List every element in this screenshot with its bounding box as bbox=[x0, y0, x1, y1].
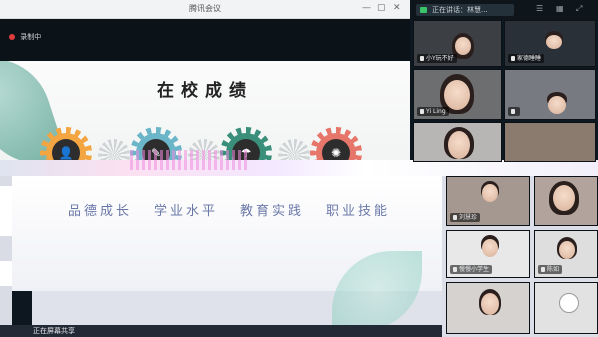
person-icon: 👤 bbox=[52, 139, 80, 161]
meeting-toolbar: 录制中 bbox=[0, 19, 410, 61]
video-tile[interactable] bbox=[534, 282, 598, 334]
screen-share-status: 正在屏幕共享 bbox=[0, 325, 442, 337]
video-tile[interactable]: 刘慧珍 bbox=[446, 176, 530, 226]
slide-categories: 品德成长 学业水平 教育实践 职业技能 bbox=[0, 200, 430, 219]
left-strip bbox=[0, 176, 12, 328]
participant-name: 刘慧珍 bbox=[450, 213, 481, 222]
participant-name: 陈如 bbox=[538, 265, 563, 274]
gear-decoration bbox=[98, 139, 130, 161]
render-artifact bbox=[0, 160, 598, 176]
participant-name: 小Y玩不好 bbox=[417, 54, 457, 63]
render-artifact bbox=[130, 150, 250, 170]
video-tile[interactable] bbox=[534, 176, 598, 226]
record-dot-icon bbox=[9, 34, 15, 40]
video-tile[interactable] bbox=[413, 122, 502, 162]
window-titlebar: 腾讯会议 — ▢ ✕ bbox=[0, 0, 410, 19]
video-tile[interactable]: 家德睡睡 bbox=[504, 20, 596, 67]
speaking-indicator: 正在讲话：林慧... bbox=[416, 4, 514, 16]
participant-name bbox=[508, 107, 520, 116]
close-icon[interactable]: ✕ bbox=[393, 3, 401, 13]
category-label: 品德成长 bbox=[68, 204, 133, 219]
grid-icon[interactable]: ▦ bbox=[556, 4, 564, 13]
participant-name: 慢慢小学生 bbox=[450, 265, 493, 274]
video-tile[interactable]: 陈如 bbox=[534, 230, 598, 278]
category-label: 职业技能 bbox=[326, 204, 391, 219]
video-tile[interactable]: Yi Ling bbox=[413, 69, 502, 120]
category-label: 学业水平 bbox=[154, 204, 219, 219]
video-tile[interactable]: 小Y玩不好 bbox=[413, 20, 502, 67]
video-tile[interactable] bbox=[446, 282, 530, 334]
minimize-icon[interactable]: — bbox=[362, 3, 371, 13]
gear-decoration bbox=[278, 139, 310, 161]
video-panel-header: 正在讲话：林慧... ☰ ▦ ⤢ bbox=[410, 0, 598, 20]
expand-icon[interactable]: ⤢ bbox=[576, 4, 582, 14]
screen-share-label: 正在屏幕共享 bbox=[33, 327, 75, 335]
video-tile[interactable]: 慢慢小学生 bbox=[446, 230, 530, 278]
participant-name: Yi Ling bbox=[417, 107, 449, 116]
maximize-icon[interactable]: ▢ bbox=[377, 3, 386, 13]
video-tile[interactable] bbox=[504, 69, 596, 120]
slide-title: 在校成绩 bbox=[157, 81, 253, 101]
list-icon[interactable]: ☰ bbox=[536, 4, 543, 13]
clock-icon bbox=[559, 293, 579, 313]
window-title: 腾讯会议 bbox=[189, 4, 221, 13]
shared-slide: 在校成绩 👤 ✎ ☂ ✺ bbox=[0, 61, 410, 161]
category-label: 教育实践 bbox=[240, 204, 305, 219]
recording-label: 录制中 bbox=[20, 33, 42, 41]
gear-skill: ✺ bbox=[310, 127, 362, 161]
video-tile[interactable] bbox=[504, 122, 596, 162]
lightbulb-icon: ✺ bbox=[322, 139, 350, 161]
recording-indicator[interactable]: 录制中 bbox=[9, 32, 41, 42]
slide-lower-area bbox=[32, 251, 442, 331]
participant-name: 家德睡睡 bbox=[508, 54, 545, 63]
